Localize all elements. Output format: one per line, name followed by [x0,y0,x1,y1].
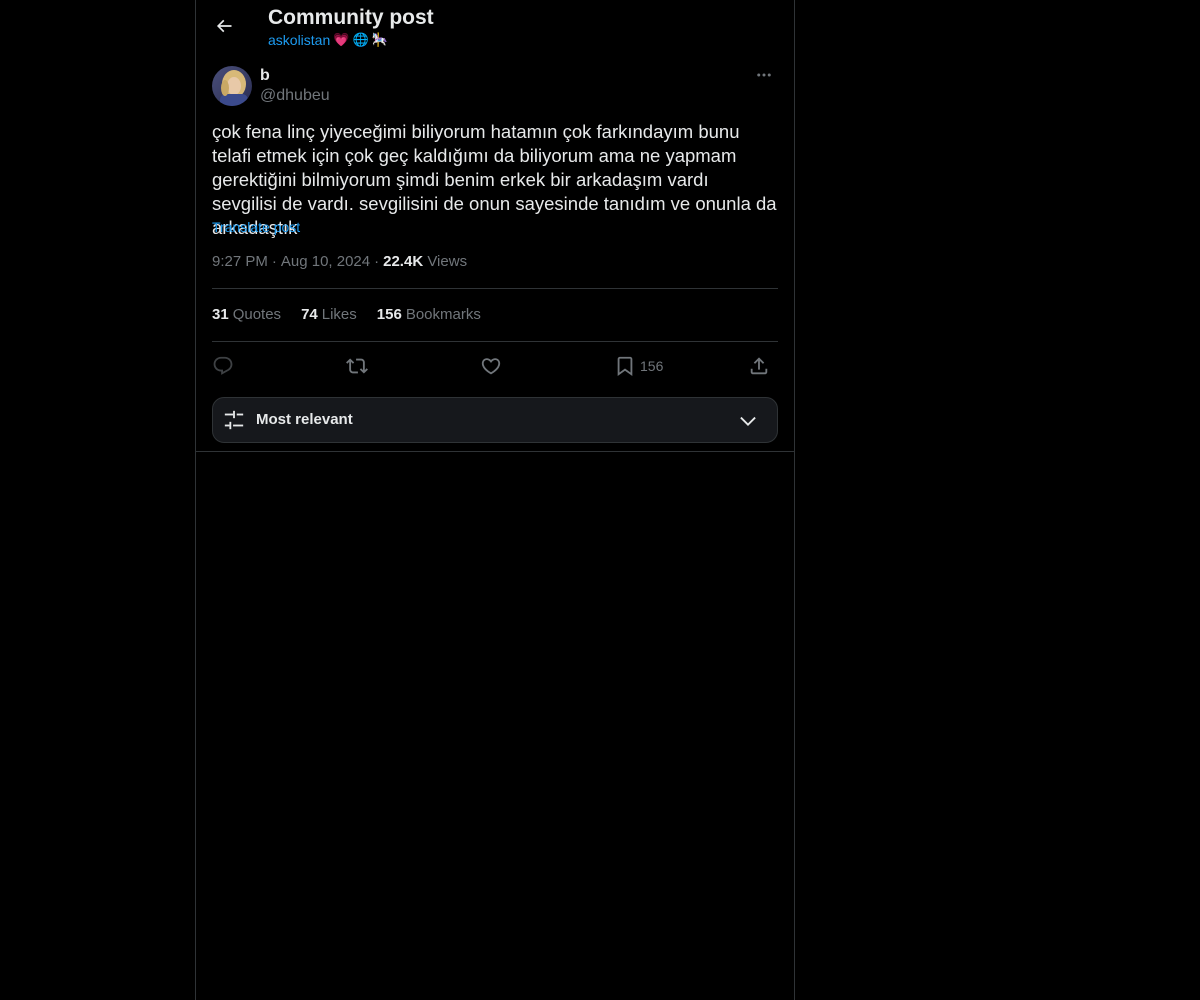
avatar[interactable] [212,66,252,106]
post-date[interactable]: Aug 10, 2024 [281,253,370,270]
page-title: Community post [268,6,434,29]
filter-sliders-icon [224,410,244,430]
post-author: b @dhubeu [212,64,778,108]
divider [212,341,778,342]
heart-icon [481,358,501,375]
repost-icon [346,358,368,374]
section-divider [196,451,794,452]
quotes-stat[interactable]: 31 Quotes [212,305,281,325]
author-name: b [260,67,270,84]
bookmark-count: 156 [640,358,664,374]
author-handle: @dhubeu [260,87,330,104]
back-button[interactable] [208,10,240,42]
post-meta: 9:27 PM · Aug 10, 2024 · 22.4K Views [212,252,467,272]
views-label: Views [427,253,468,270]
repost-button[interactable] [346,351,368,381]
globe-emoji: 🌐 [352,32,369,47]
main-column: Community post askolistan 💗 🌐 🎠 b @dhube… [195,0,795,1000]
carousel-emoji: 🎠 [371,32,388,47]
avatar-image [212,66,252,106]
quotes-count: 31 [212,306,229,323]
bookmarks-label: Bookmarks [405,306,481,323]
action-bar: 156 [212,351,778,381]
translate-post-link[interactable]: Translate post [212,218,300,236]
pink-heart-emoji: 💗 [333,32,350,47]
views-count: 22.4K [383,253,424,270]
more-options-button[interactable] [750,64,778,86]
page-header: Community post askolistan 💗 🌐 🎠 [196,0,794,56]
likes-label: Likes [321,306,357,323]
post-time[interactable]: 9:27 PM [212,253,268,270]
bookmark-button[interactable]: 156 [614,351,663,381]
community-name: askolistan [268,32,331,48]
reply-button[interactable] [212,351,234,381]
reply-icon [213,356,233,375]
more-horizontal-icon [757,73,771,77]
arrow-left-icon [216,19,232,33]
quotes-label: Quotes [232,306,282,323]
reply-sort-dropdown[interactable]: Most relevant [212,397,778,443]
bookmark-icon [617,356,633,377]
likes-count: 74 [301,306,318,323]
like-button[interactable] [480,351,502,381]
likes-stat[interactable]: 74 Likes [301,305,357,325]
post-stats: 31 Quotes 74 Likes 156 Bookmarks [212,305,481,325]
meta-separator: · [271,253,277,270]
bookmarks-stat[interactable]: 156 Bookmarks [377,305,481,325]
community-link[interactable]: askolistan 💗 🌐 🎠 [268,31,388,49]
share-button[interactable] [748,351,770,381]
chevron-down-icon [740,416,756,426]
bookmarks-count: 156 [376,306,402,323]
sort-selected-value: Most relevant [256,411,353,428]
meta-separator: · [374,253,380,270]
divider [212,288,778,289]
share-icon [750,357,768,375]
